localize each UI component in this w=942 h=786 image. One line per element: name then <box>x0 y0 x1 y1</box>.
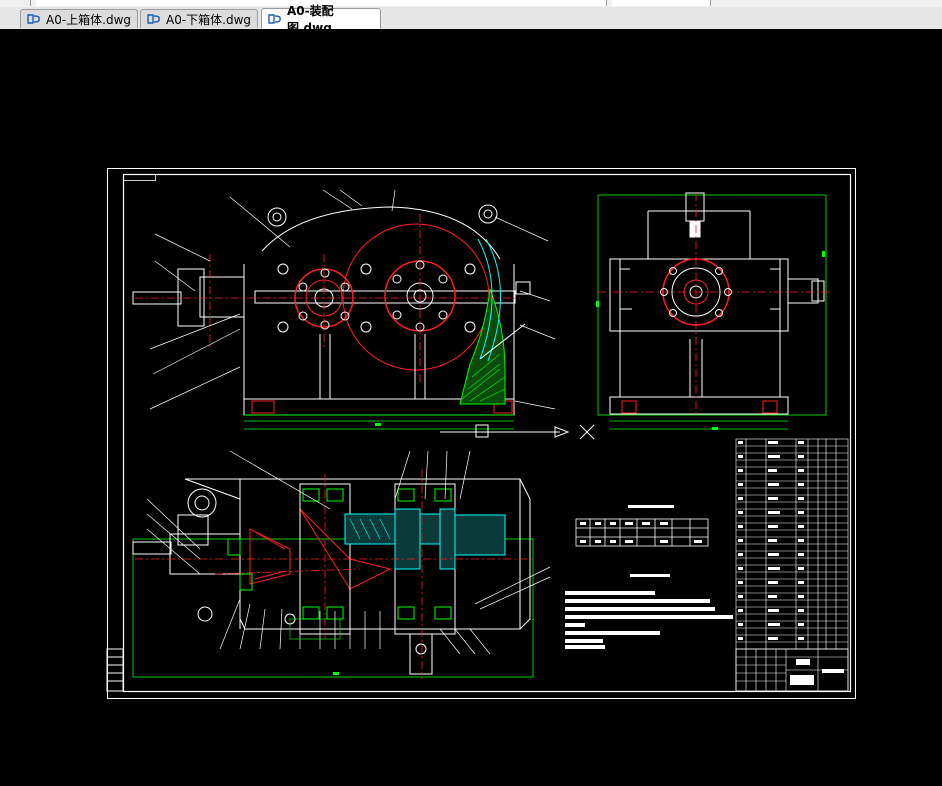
sheet-border <box>107 168 856 699</box>
parts-list <box>735 438 849 692</box>
document-tab-bar: A0-上箱体.dwg A0-下箱体.dwg A0-装配图.dwg <box>0 4 942 35</box>
tech-requirements <box>565 574 733 649</box>
top-left-label-box <box>123 174 156 181</box>
toolbar-segment <box>612 0 711 6</box>
dwg-file-icon <box>147 13 161 25</box>
spec-table <box>575 505 709 547</box>
front-view <box>132 189 595 440</box>
tab-lower-box[interactable]: A0-下箱体.dwg <box>140 9 258 28</box>
ucs-crosshair-icon <box>579 424 595 440</box>
dwg-file-icon <box>27 13 41 25</box>
tab-assembly-drawing[interactable]: A0-装配图.dwg <box>261 4 381 35</box>
tab-label: A0-下箱体.dwg <box>166 12 252 27</box>
section-view <box>106 450 551 692</box>
side-view <box>596 192 830 430</box>
toolbar-segment <box>716 0 942 6</box>
cad-drawing <box>106 168 856 699</box>
drawing-canvas[interactable] <box>0 29 942 786</box>
toolbar-segment <box>0 0 31 6</box>
dwg-file-icon <box>268 13 282 25</box>
tab-label: A0-上箱体.dwg <box>46 12 132 27</box>
tab-upper-box[interactable]: A0-上箱体.dwg <box>20 9 138 28</box>
